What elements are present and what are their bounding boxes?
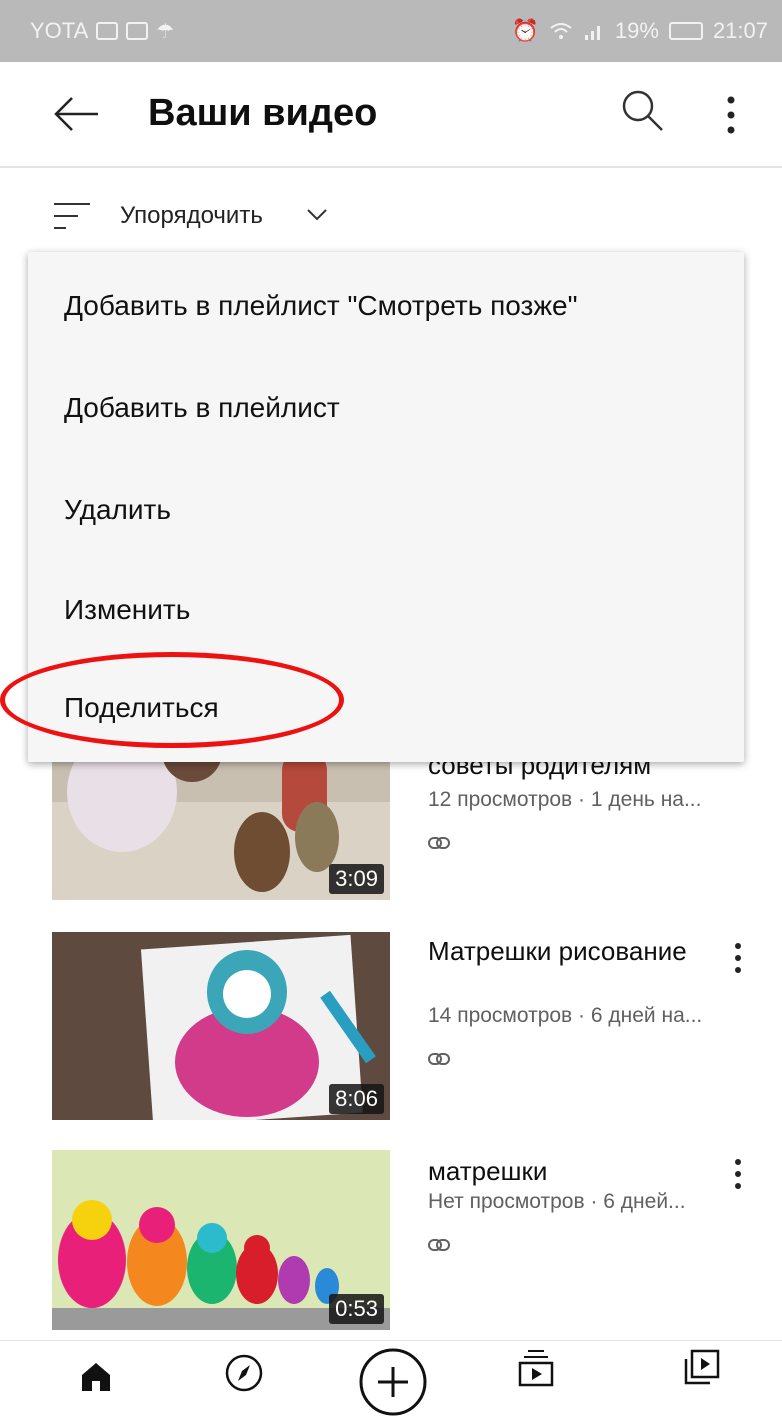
carrier-label: YOTA: [30, 18, 89, 43]
clock: 21:07: [712, 18, 768, 43]
video-duration: 0:53: [329, 1294, 384, 1324]
app-bar: Ваши видео: [0, 62, 782, 168]
menu-item-add-to-playlist[interactable]: Добавить в плейлист: [64, 392, 340, 424]
video-meta: Нет просмотров · 6 дней...: [428, 1190, 686, 1213]
battery-icon: [668, 22, 703, 40]
menu-item-delete[interactable]: Удалить: [64, 494, 171, 526]
menu-item-edit[interactable]: Изменить: [64, 594, 190, 626]
status-bar-left: YOTA ☂: [30, 18, 174, 44]
chevron-down-icon: [307, 209, 327, 221]
link-icon: [428, 1053, 450, 1065]
search-icon[interactable]: [618, 86, 668, 136]
sort-icon: [54, 203, 90, 229]
more-vert-icon[interactable]: [728, 1154, 748, 1194]
create-icon[interactable]: [358, 1347, 428, 1417]
bottom-navigation: [0, 1340, 782, 1416]
page-title: Ваши видео: [148, 92, 378, 134]
video-duration: 8:06: [329, 1084, 384, 1114]
menu-item-watch-later[interactable]: Добавить в плейлист "Смотреть позже": [64, 290, 578, 322]
video-thumbnail[interactable]: 0:53: [52, 1150, 390, 1330]
video-item-3[interactable]: 0:53 матрешки Нет просмотров · 6 дней...: [0, 1150, 782, 1330]
link-icon: [428, 1239, 450, 1251]
battery-percent: 19%: [614, 18, 659, 43]
video-duration: 3:09: [329, 864, 384, 894]
video-item-2[interactable]: 8:06 Матрешки рисование 14 просмотров · …: [0, 932, 782, 1120]
sort-label: Упорядочить: [120, 202, 263, 229]
message-icon: [126, 22, 149, 40]
sort-row[interactable]: Упорядочить: [0, 190, 782, 250]
wifi-icon: [550, 23, 572, 39]
alarm-icon: ⏰: [511, 18, 539, 43]
link-icon: [428, 837, 450, 849]
umbrella-icon: ☂: [156, 20, 175, 43]
more-vert-icon[interactable]: [716, 90, 746, 140]
status-bar: YOTA ☂ ⏰ 19% 21:07: [0, 0, 782, 62]
video-meta: 14 просмотров · 6 дней на...: [428, 1004, 703, 1027]
mail-icon: [96, 22, 119, 40]
video-thumbnail[interactable]: 8:06: [52, 932, 390, 1120]
subscriptions-icon[interactable]: [516, 1347, 556, 1387]
home-icon[interactable]: [78, 1359, 114, 1393]
back-arrow-icon[interactable]: [52, 94, 102, 134]
highlight-ellipse: [0, 652, 344, 748]
video-title[interactable]: Матрешки рисование: [428, 936, 708, 967]
status-bar-right: ⏰ 19% 21:07: [511, 18, 768, 44]
library-icon[interactable]: [682, 1347, 722, 1387]
video-meta: 12 просмотров · 1 день на...: [428, 788, 702, 811]
more-vert-icon[interactable]: [728, 938, 748, 978]
video-title[interactable]: матрешки: [428, 1156, 708, 1187]
explore-icon[interactable]: [224, 1353, 264, 1393]
signal-icon: [584, 26, 600, 40]
